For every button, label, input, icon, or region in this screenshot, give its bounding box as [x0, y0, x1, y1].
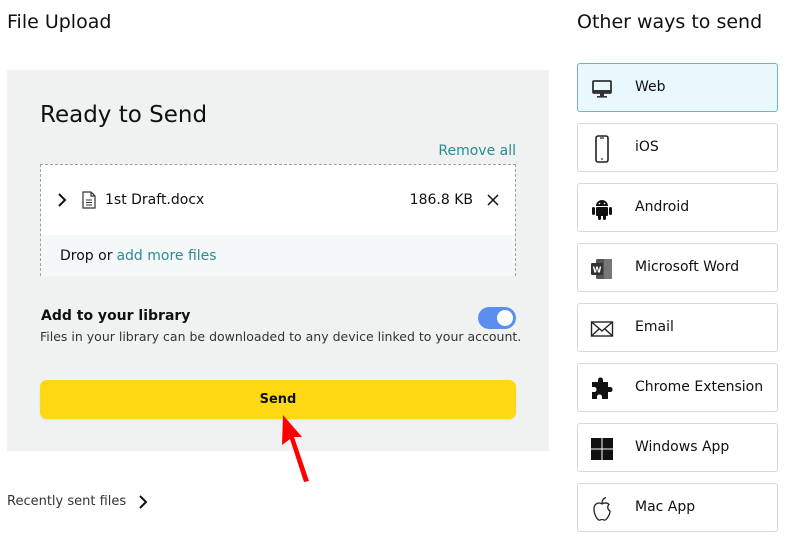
option-ios[interactable]: iOS	[577, 123, 778, 172]
ready-to-send-heading: Ready to Send	[40, 102, 208, 128]
option-label: iOS	[635, 139, 659, 155]
remove-all-link[interactable]: Remove all	[438, 143, 516, 159]
android-icon	[590, 197, 614, 221]
envelope-icon	[590, 317, 614, 341]
toggle-knob	[497, 310, 513, 326]
option-mac-app[interactable]: Mac App	[577, 483, 778, 532]
word-icon: W	[590, 257, 614, 281]
library-toggle[interactable]	[478, 307, 516, 329]
option-label: Web	[635, 79, 666, 95]
file-dropzone[interactable]: 1st Draft.docx 186.8 KB Drop or add more…	[40, 164, 516, 276]
add-more-files-link[interactable]: add more files	[116, 248, 216, 264]
option-label: Android	[635, 199, 690, 215]
svg-text:W: W	[593, 266, 602, 275]
file-size: 186.8 KB	[409, 192, 473, 208]
document-icon	[81, 191, 97, 209]
option-label: Mac App	[635, 499, 696, 515]
phone-icon	[590, 135, 614, 163]
monitor-icon	[590, 77, 614, 101]
windows-icon	[590, 437, 614, 461]
option-label: Microsoft Word	[635, 259, 740, 275]
option-chrome-extension[interactable]: Chrome Extension	[577, 363, 778, 412]
option-label: Windows App	[635, 439, 730, 455]
recently-sent-label: Recently sent files	[7, 494, 127, 509]
chevron-right-icon	[138, 494, 150, 509]
option-label: Email	[635, 319, 674, 335]
apple-icon	[590, 496, 614, 521]
option-microsoft-word[interactable]: W Microsoft Word	[577, 243, 778, 292]
puzzle-icon	[590, 377, 614, 401]
drop-text: Drop or	[60, 247, 113, 264]
option-email[interactable]: Email	[577, 303, 778, 352]
library-title: Add to your library	[41, 308, 191, 324]
option-android[interactable]: Android	[577, 183, 778, 232]
page-title: File Upload	[7, 11, 112, 33]
remove-file-icon[interactable]	[485, 192, 501, 208]
option-windows-app[interactable]: Windows App	[577, 423, 778, 472]
other-ways-title: Other ways to send	[577, 11, 763, 33]
option-label: Chrome Extension	[635, 379, 764, 395]
upload-panel: Ready to Send Remove all 1st Draft.docx …	[7, 70, 549, 451]
recently-sent-files-link[interactable]: Recently sent files	[7, 494, 150, 509]
expand-chevron-icon[interactable]	[55, 193, 69, 207]
send-button[interactable]: Send	[40, 380, 516, 419]
library-description: Files in your library can be downloaded …	[40, 329, 522, 344]
file-name: 1st Draft.docx	[105, 192, 205, 208]
file-row: 1st Draft.docx 186.8 KB	[41, 165, 515, 235]
add-files-row: Drop or add more files	[41, 235, 515, 276]
option-web[interactable]: Web	[577, 63, 778, 112]
